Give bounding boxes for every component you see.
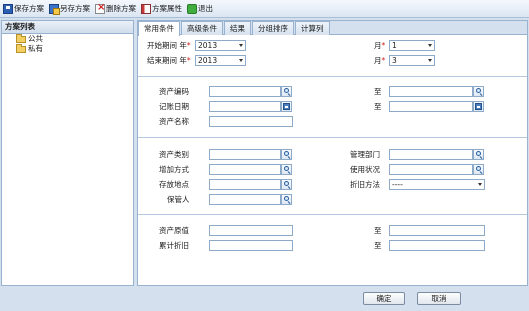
folder-icon [16, 33, 26, 43]
section-divider [138, 76, 527, 77]
plan-list-panel: 方案列表 公共 私有 [1, 20, 134, 286]
save-plan-button[interactable]: 保存方案 [2, 2, 45, 16]
custodian-input[interactable] [209, 194, 281, 205]
chevron-down-icon [428, 44, 432, 47]
asset-code-input[interactable] [209, 86, 281, 97]
plan-properties-label: 方案属性 [152, 4, 182, 13]
usage-status-input[interactable] [389, 164, 473, 175]
usage-status-label: 使用状况 [350, 165, 380, 174]
end-period-label: 结束期间 年* [147, 56, 191, 65]
storage-location-label: 存放地点 [159, 180, 189, 189]
tab-group-sort[interactable]: 分组排序 [252, 21, 294, 35]
delete-plan-button[interactable]: 删除方案 [94, 2, 137, 16]
asset-code-to-lookup-button[interactable] [473, 86, 484, 97]
accumulated-depreciation-label: 累计折旧 [159, 241, 189, 250]
calendar-icon [283, 103, 290, 110]
chevron-down-icon [239, 59, 243, 62]
asset-category-label: 资产类别 [159, 150, 189, 159]
save-as-icon [49, 3, 60, 15]
asset-code-label: 资产编码 [159, 87, 189, 96]
usage-status-lookup-button[interactable] [473, 164, 484, 175]
tree-item-label: 私有 [28, 44, 43, 53]
calendar-icon [475, 103, 482, 110]
tree-item-private[interactable]: 私有 [2, 43, 133, 54]
delete-plan-label: 删除方案 [106, 4, 136, 13]
save-plan-label: 保存方案 [14, 4, 44, 13]
original-value-to-input[interactable] [389, 225, 485, 236]
properties-icon [141, 3, 151, 14]
booking-date-picker-button[interactable] [281, 101, 292, 112]
conditions-panel: 常用条件 高级条件 结果 分组排序 计算列 开始期间 年* 2013 月* 1 … [137, 20, 528, 286]
asset-code-to-label: 至 [374, 87, 382, 96]
booking-date-to-input[interactable] [389, 101, 473, 112]
tab-calculated-columns[interactable]: 计算列 [295, 21, 330, 35]
ok-button[interactable]: 确定 [363, 292, 405, 305]
start-period-label: 开始期间 年* [147, 41, 191, 50]
exit-button[interactable]: 退出 [186, 2, 214, 16]
start-year-value: 2013 [198, 41, 218, 50]
original-value-label: 资产原值 [159, 226, 189, 235]
tab-results[interactable]: 结果 [224, 21, 251, 35]
asset-code-to-input[interactable] [389, 86, 473, 97]
tree-item-label: 公共 [28, 34, 43, 43]
booking-date-input[interactable] [209, 101, 281, 112]
booking-date-to-label: 至 [374, 102, 382, 111]
asset-category-input[interactable] [209, 149, 281, 160]
management-dept-lookup-button[interactable] [473, 149, 484, 160]
end-year-value: 2013 [198, 56, 218, 65]
custodian-label: 保管人 [167, 195, 190, 204]
end-month-value: 3 [392, 56, 397, 65]
asset-category-lookup-button[interactable] [281, 149, 292, 160]
depreciation-method-label: 折旧方法 [350, 180, 380, 189]
exit-icon [187, 3, 197, 14]
accumulated-depreciation-input[interactable] [209, 240, 293, 251]
start-year-select[interactable]: 2013 [195, 40, 246, 51]
start-month-value: 1 [392, 41, 397, 50]
asset-name-label: 资产名称 [159, 117, 189, 126]
original-value-input[interactable] [209, 225, 293, 236]
original-value-to-label: 至 [374, 226, 382, 235]
save-icon [3, 3, 13, 14]
delete-icon [95, 2, 105, 14]
plan-properties-button[interactable]: 方案属性 [140, 2, 183, 16]
storage-location-lookup-button[interactable] [281, 179, 292, 190]
save-as-plan-label: 另存方案 [60, 4, 90, 13]
storage-location-input[interactable] [209, 179, 281, 190]
custodian-lookup-button[interactable] [281, 194, 292, 205]
toolbar: 保存方案 另存方案 删除方案 方案属性 退出 [0, 0, 529, 18]
add-method-label: 增加方式 [159, 165, 189, 174]
booking-date-to-picker-button[interactable] [473, 101, 484, 112]
start-month-label: 月* [374, 41, 386, 50]
management-dept-input[interactable] [389, 149, 473, 160]
exit-label: 退出 [198, 4, 213, 13]
asset-name-input[interactable] [209, 116, 293, 127]
tab-bar: 常用条件 高级条件 结果 分组排序 计算列 [138, 21, 527, 36]
chevron-down-icon [239, 44, 243, 47]
tab-common-conditions[interactable]: 常用条件 [138, 21, 180, 36]
booking-date-label: 记账日期 [159, 102, 189, 111]
common-conditions-form: 开始期间 年* 2013 月* 1 结束期间 年* 2013 月* 3 资产编码… [138, 36, 527, 286]
asset-code-lookup-button[interactable] [281, 86, 292, 97]
management-dept-label: 管理部门 [350, 150, 380, 159]
accumulated-depreciation-to-label: 至 [374, 241, 382, 250]
plan-list-title: 方案列表 [2, 21, 133, 34]
depreciation-method-select[interactable]: ---- [389, 179, 485, 190]
tree-item-public[interactable]: 公共 [2, 33, 133, 44]
chevron-down-icon [478, 183, 482, 186]
section-divider [138, 137, 527, 138]
start-month-select[interactable]: 1 [389, 40, 435, 51]
depreciation-method-value: ---- [392, 180, 403, 189]
end-month-select[interactable]: 3 [389, 55, 435, 66]
folder-icon [16, 43, 26, 53]
save-as-plan-button[interactable]: 另存方案 [48, 2, 91, 16]
tab-advanced-conditions[interactable]: 高级条件 [181, 21, 223, 35]
chevron-down-icon [428, 59, 432, 62]
cancel-button[interactable]: 取消 [417, 292, 461, 305]
add-method-lookup-button[interactable] [281, 164, 292, 175]
section-divider [138, 214, 527, 215]
end-month-label: 月* [374, 56, 386, 65]
accumulated-depreciation-to-input[interactable] [389, 240, 485, 251]
end-year-select[interactable]: 2013 [195, 55, 246, 66]
add-method-input[interactable] [209, 164, 281, 175]
